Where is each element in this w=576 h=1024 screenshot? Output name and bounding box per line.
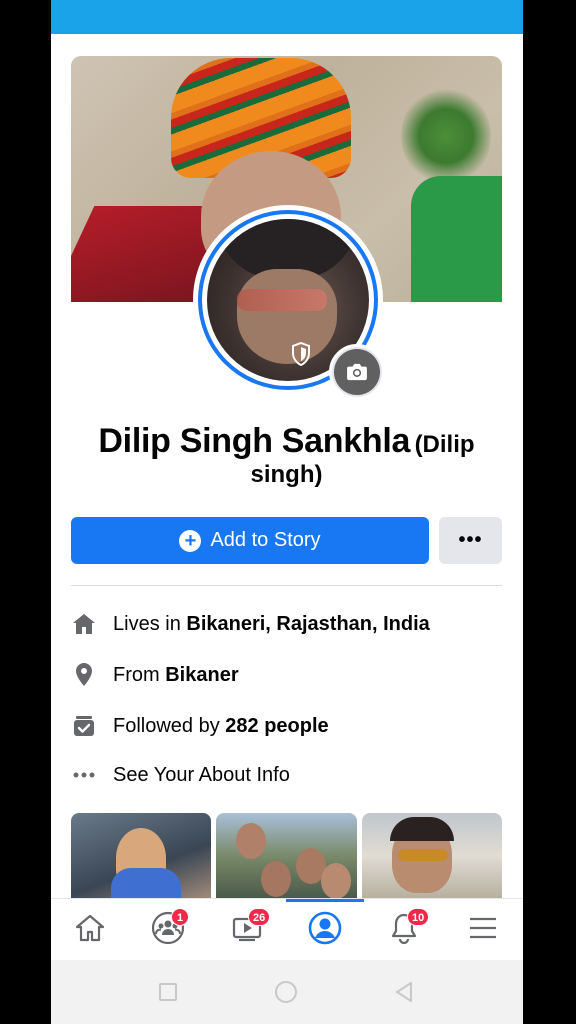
followers-icon — [71, 713, 97, 739]
status-bar — [51, 0, 523, 34]
photo-2-person — [261, 861, 292, 897]
notifications-badge: 10 — [407, 908, 430, 926]
shield-icon — [289, 341, 313, 367]
groups-badge: 1 — [171, 908, 189, 926]
recent-apps-icon[interactable] — [156, 980, 180, 1004]
system-navigation-bar — [51, 960, 523, 1024]
photo-2-person — [236, 823, 267, 859]
add-to-story-button[interactable]: + Add to Story — [71, 517, 429, 564]
lives-in-value: Bikaneri, Rajasthan, India — [186, 612, 430, 635]
home-icon — [74, 913, 106, 948]
cover-plant — [401, 86, 491, 186]
back-triangle-icon[interactable] — [392, 980, 416, 1004]
tab-watch[interactable]: 26 — [208, 899, 286, 961]
photo-2-person — [321, 863, 352, 898]
add-to-story-label: Add to Story — [210, 529, 321, 551]
plus-icon: + — [179, 529, 202, 552]
profile-alternate-name-part1: (Dilip — [414, 431, 475, 458]
followed-by-value: 282 people — [225, 714, 329, 737]
bottom-tab-bar: 1 26 10 — [51, 898, 523, 960]
house-icon — [71, 611, 97, 637]
see-about-info-row[interactable]: See Your About Info — [71, 760, 502, 790]
followed-by-row[interactable]: Followed by 282 people — [71, 711, 502, 741]
more-options-button[interactable]: ••• — [439, 517, 502, 564]
from-prefix: From — [113, 663, 160, 686]
photos-strip — [71, 813, 502, 898]
photo-1-shirt — [111, 868, 181, 898]
photo-thumbnail[interactable] — [361, 813, 502, 898]
home-circle-icon[interactable] — [274, 980, 298, 1004]
tab-home[interactable] — [51, 899, 129, 961]
watch-badge: 26 — [248, 908, 271, 926]
see-about-info-label: See Your About Info — [113, 763, 290, 786]
tab-menu[interactable] — [444, 899, 522, 961]
tab-groups[interactable]: 1 — [129, 899, 207, 961]
followed-by-prefix: Followed by — [113, 714, 220, 737]
avatar-glasses — [237, 289, 327, 311]
profile-icon — [308, 911, 342, 950]
lives-in-prefix: Lives in — [113, 612, 181, 635]
app-screen: Dilip Singh Sankhla (Dilip singh) + Add … — [51, 0, 523, 1024]
tab-profile[interactable] — [286, 899, 364, 961]
more-dots-icon: ••• — [458, 529, 483, 551]
avatar-face — [237, 269, 337, 364]
photo-thumbnail[interactable] — [216, 813, 357, 898]
photo-thumbnail[interactable] — [71, 813, 212, 898]
camera-icon — [334, 349, 380, 395]
profile-name-block: Dilip Singh Sankhla (Dilip singh) — [71, 422, 502, 489]
photo-3-sunglasses — [397, 849, 448, 861]
location-pin-icon — [71, 662, 97, 688]
tab-notifications[interactable]: 10 — [365, 899, 443, 961]
hamburger-menu-icon — [468, 916, 498, 945]
photo-3-hair — [389, 817, 454, 841]
lives-in-row[interactable]: Lives in Bikaneri, Rajasthan, India — [71, 609, 502, 639]
change-profile-picture-button[interactable] — [329, 344, 385, 400]
profile-name: Dilip Singh Sankhla — [98, 422, 411, 460]
divider — [71, 585, 502, 586]
cover-background-person — [411, 176, 502, 302]
profile-alternate-name-part2: singh) — [250, 461, 323, 488]
from-value: Bikaner — [165, 663, 239, 686]
from-row[interactable]: From Bikaner — [71, 660, 502, 690]
more-dots-icon — [71, 762, 97, 788]
